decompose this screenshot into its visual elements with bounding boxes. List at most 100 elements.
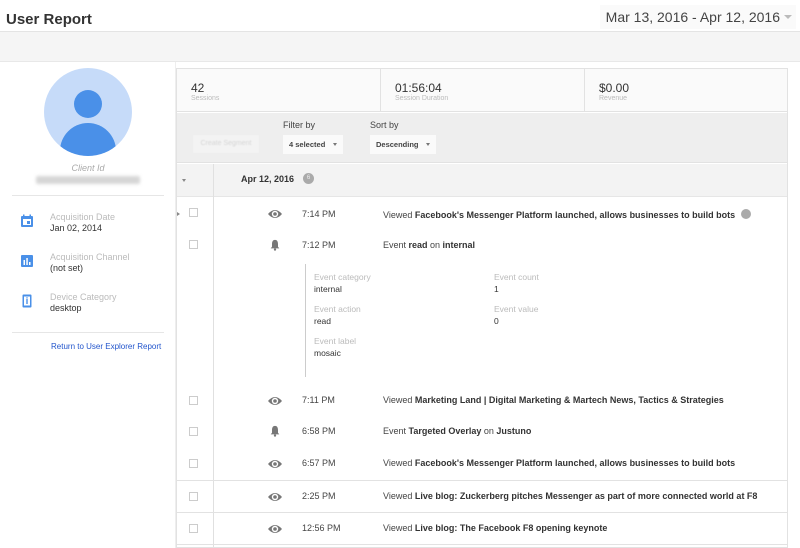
activity-verb: Event: [383, 240, 409, 250]
bell-icon: [270, 239, 280, 251]
acquisition-channel-label: Acquisition Channel: [50, 252, 130, 262]
activity-time: 6:58 PM: [302, 426, 336, 436]
column-divider: [213, 164, 214, 197]
activity-row[interactable]: 7:12 PM Event read on internal: [177, 232, 787, 262]
metric-revenue: $0.00 Revenue: [585, 69, 787, 112]
avatar-head-icon: [74, 90, 102, 118]
client-id-label: Client Id: [71, 163, 105, 173]
avatar: [44, 68, 132, 156]
row-checkbox[interactable]: [189, 459, 198, 468]
eye-icon: [268, 210, 282, 218]
sort-label: Sort by: [370, 120, 399, 130]
row-checkbox[interactable]: [189, 492, 198, 501]
filter-value: 4 selected: [289, 140, 326, 149]
client-id-value-redacted: [36, 176, 140, 184]
page-title: User Report: [6, 11, 92, 28]
activity-verb: Viewed: [383, 523, 415, 533]
avatar-body-icon: [60, 123, 116, 156]
row-checkbox[interactable]: [189, 208, 198, 217]
activity-description: Viewed Live blog: Zuckerberg pitches Mes…: [383, 491, 757, 501]
metrics-bar: 42 Sessions 01:56:04 Session Duration $0…: [177, 69, 787, 112]
metric-label: Sessions: [191, 95, 220, 102]
metric-value: $0.00: [599, 81, 630, 95]
row-checkbox[interactable]: [189, 524, 198, 533]
sort-value: Descending: [376, 140, 419, 149]
activity-description: Viewed Marketing Land | Digital Marketin…: [383, 395, 724, 405]
device-icon: [22, 294, 32, 308]
activity-time: 7:11 PM: [302, 395, 335, 405]
header: User Report Mar 13, 2016 - Apr 12, 2016: [0, 0, 800, 32]
event-count-value: 1: [494, 284, 499, 294]
activity-time: 2:25 PM: [302, 491, 336, 501]
activity-row[interactable]: 7:14 PM Viewed Facebook's Messenger Plat…: [177, 200, 787, 230]
chevron-down-icon: [426, 143, 430, 146]
activity-row[interactable]: 6:57 PM Viewed Facebook's Messenger Plat…: [177, 450, 787, 480]
activity-description: Viewed Live blog: The Facebook F8 openin…: [383, 523, 607, 533]
activity-time: 6:57 PM: [302, 458, 336, 468]
activity-row[interactable]: 7:11 PM Viewed Marketing Land | Digital …: [177, 387, 787, 417]
date-range-picker[interactable]: Mar 13, 2016 - Apr 12, 2016: [599, 5, 796, 29]
event-action: Targeted Overlay: [408, 426, 482, 436]
bar-chart-icon: [21, 255, 33, 267]
activity-time: 7:14 PM: [302, 209, 336, 219]
row-checkbox[interactable]: [189, 240, 198, 249]
activity-row[interactable]: 6:58 PM Event Targeted Overlay on Justun…: [177, 418, 787, 448]
activity-title: Live blog: Zuckerberg pitches Messenger …: [414, 491, 758, 501]
activity-connector: on: [481, 426, 497, 436]
date-group-header: Apr 12, 2016 6: [177, 164, 787, 197]
activity-verb: Event: [383, 426, 409, 436]
eye-icon: [268, 460, 282, 468]
activity-verb: Viewed: [383, 210, 415, 220]
event-details-panel: Event category internal Event action rea…: [305, 264, 655, 377]
metric-value: 42: [191, 81, 205, 95]
eye-icon: [268, 525, 282, 533]
user-sidebar: Client Id Acquisition Date Jan 02, 2014 …: [0, 62, 176, 548]
activity-verb: Viewed: [383, 491, 415, 501]
event-value-label: Event value: [494, 304, 539, 314]
event-label-value: mosaic: [314, 348, 341, 358]
chevron-down-icon: [784, 15, 792, 19]
toolbar-strip: [0, 32, 800, 62]
row-checkbox[interactable]: [189, 396, 198, 405]
return-to-user-explorer-link[interactable]: Return to User Explorer Report: [51, 342, 161, 351]
activity-title: Live blog: The Facebook F8 opening keyno…: [414, 523, 608, 533]
activity-title: Facebook's Messenger Platform launched, …: [414, 458, 736, 468]
row-checkbox[interactable]: [189, 427, 198, 436]
activity-time: 12:56 PM: [302, 523, 341, 533]
activity-title: Facebook's Messenger Platform launched, …: [414, 210, 736, 220]
divider: [12, 195, 164, 196]
activity-connector: on: [427, 240, 443, 250]
event-value-value: 0: [494, 316, 499, 326]
activity-verb: Viewed: [383, 395, 415, 405]
activity-verb: Viewed: [383, 458, 415, 468]
create-segment-button[interactable]: Create Segment: [193, 135, 259, 153]
device-category-value: desktop: [50, 303, 82, 313]
bell-icon: [270, 425, 280, 437]
event-action: read: [408, 240, 428, 250]
activity-row[interactable]: 2:25 PM Viewed Live blog: Zuckerberg pit…: [177, 480, 787, 513]
filter-label: Filter by: [283, 120, 316, 130]
acquisition-date-value: Jan 02, 2014: [50, 223, 103, 233]
collapse-toggle-icon[interactable]: [182, 179, 186, 182]
metric-session-duration: 01:56:04 Session Duration: [381, 69, 585, 112]
activity-panel: 42 Sessions 01:56:04 Session Duration $0…: [176, 68, 788, 548]
activity-description: Viewed Facebook's Messenger Platform lau…: [383, 458, 735, 468]
event-action-value: read: [314, 316, 332, 326]
repeat-count-badge: [741, 209, 752, 219]
calendar-icon: [21, 214, 33, 227]
chevron-down-icon: [333, 143, 337, 146]
filter-toolbar: Create Segment Filter by 4 selected Sort…: [177, 113, 787, 163]
divider: [12, 332, 164, 333]
filter-dropdown[interactable]: 4 selected: [283, 135, 343, 154]
activity-description: Event read on internal: [383, 240, 475, 250]
eye-icon: [268, 397, 282, 405]
activity-row[interactable]: 12:56 PM Viewed Live blog: The Facebook …: [177, 512, 787, 545]
sort-dropdown[interactable]: Descending: [370, 135, 436, 154]
eye-icon: [268, 493, 282, 501]
activity-time: 7:12 PM: [302, 240, 336, 250]
date-group-label: Apr 12, 2016: [241, 174, 295, 184]
event-action-label: Event action: [314, 304, 361, 314]
event-category: internal: [442, 240, 476, 250]
acquisition-channel-value: (not set): [50, 263, 84, 273]
date-group-count-badge: 6: [303, 173, 314, 184]
